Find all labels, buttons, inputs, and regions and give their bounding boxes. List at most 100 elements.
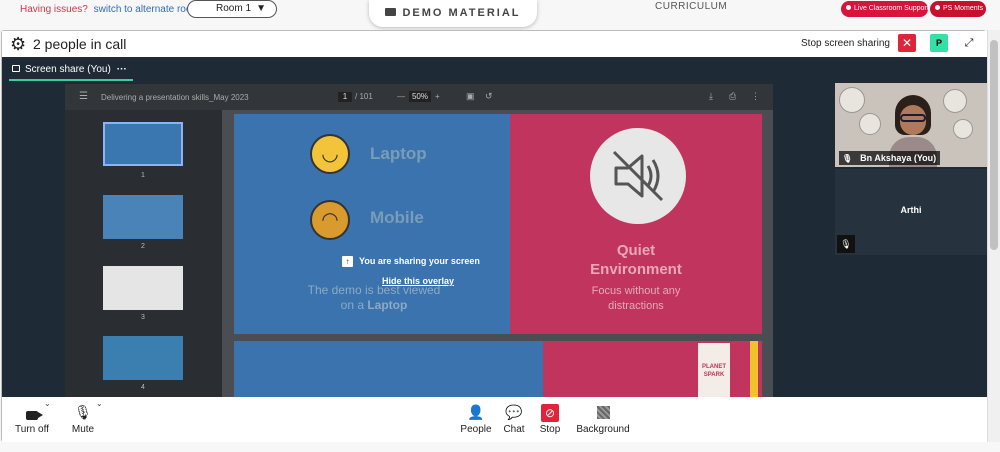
demo-note-prefix: on a <box>340 298 368 312</box>
chat-icon: 💬 <box>505 404 523 420</box>
top-bar: Having issues? switch to alternate room … <box>0 0 1000 30</box>
gear-icon[interactable]: ⚙ <box>10 35 26 53</box>
chevron-down-icon[interactable]: ⌄ <box>44 399 51 408</box>
call-frame: ⚙ 2 people in call Stop screen sharing ✕… <box>1 30 987 443</box>
ps-moments-button[interactable]: PS Moments <box>930 1 986 17</box>
planet-spark-line1: PLANET <box>702 364 726 370</box>
stop-share-button[interactable]: ⊘ Stop <box>538 403 562 435</box>
thumbnail-number: 3 <box>141 314 145 321</box>
live-support-label: Live Classroom Support <box>854 5 929 12</box>
participant-name-self-text: Bn Akshaya (You) <box>860 153 937 163</box>
shared-screen: ☰ Delivering a presentation skills_May 2… <box>65 84 773 397</box>
participant-p-button[interactable]: P <box>930 34 948 52</box>
mic-icon: 🎙 <box>837 235 855 253</box>
mute-button[interactable]: 🎙 ⌄ Mute <box>70 399 103 435</box>
stop-share-icon: ⊘ <box>538 403 562 422</box>
participant-tile-arthi[interactable]: Arthi 🎙 <box>835 169 987 255</box>
menu-icon: ☰ <box>79 91 88 102</box>
frown-emoji-icon: ◠ <box>310 200 350 240</box>
fit-page-icon: ▣ <box>466 91 475 101</box>
call-controls: ⌄ Turn off 🎙 ⌄ Mute 👤 People 💬 Chat ⊘ St… <box>2 397 987 443</box>
sharing-overlay-message: ↑ You are sharing your screen <box>342 256 480 267</box>
pdf-more-icon: ⋮ <box>751 91 760 101</box>
pdf-page-total: / 101 <box>355 92 373 101</box>
rotate-icon: ↺ <box>485 91 493 101</box>
caret-down-icon: ▼ <box>256 3 266 14</box>
focus-line2: distractions <box>608 300 664 312</box>
background-button[interactable]: Background <box>575 403 631 435</box>
participant-name-arthi: Arthi <box>900 205 922 215</box>
folder-icon <box>385 8 397 16</box>
people-count: 2 people in call <box>33 36 127 52</box>
expand-icon[interactable]: ⤢ <box>960 34 978 52</box>
print-icon: ⎙ <box>729 91 737 101</box>
demo-material-button[interactable]: DEMO MATERIAL <box>369 0 537 27</box>
focus-line1: Focus without any <box>591 285 681 297</box>
camera-toggle-button[interactable]: ⌄ Turn off <box>14 399 51 435</box>
mute-label: Mute <box>71 424 95 435</box>
slide-demo-note: The demo is best viewed on a Laptop <box>294 283 454 313</box>
pdf-thumbnails: 1 2 3 4 <box>65 110 220 397</box>
planet-spark-logo: PLANET SPARK <box>698 343 730 397</box>
people-button[interactable]: 👤 People <box>460 403 492 435</box>
alternate-room-link[interactable]: switch to alternate room <box>94 4 200 15</box>
footer-strip <box>0 442 1000 452</box>
thumbnail-number: 1 <box>141 172 145 179</box>
support-icon <box>846 5 851 10</box>
person-glasses <box>900 114 926 122</box>
background-icon <box>575 403 631 421</box>
wall-decoration <box>839 87 865 113</box>
demo-material-label: DEMO MATERIAL <box>402 7 521 19</box>
background-label: Background <box>576 424 630 435</box>
people-label: People <box>460 424 492 435</box>
planet-spark-line2: SPARK <box>703 372 725 378</box>
pdf-title: Delivering a presentation skills_May 202… <box>101 93 249 102</box>
thumbnail-number: 2 <box>141 243 145 250</box>
slide-left-panel: ◡ Laptop ◠ Mobile The demo is best viewe… <box>234 114 510 334</box>
pdf-page-current: 1 <box>338 92 352 102</box>
chat-label: Chat <box>503 424 525 435</box>
sharing-message-text: You are sharing your screen <box>359 256 480 266</box>
next-slide: PLANET SPARK <box>234 341 762 397</box>
screen-share-tab[interactable]: Screen share (You) ··· <box>9 61 133 81</box>
mic-icon: 🎙 <box>842 154 853 163</box>
wall-decoration <box>943 89 967 113</box>
chevron-down-icon[interactable]: ⌄ <box>96 399 103 408</box>
participant-tile-self[interactable]: 🎙 Bn Akshaya (You) <box>835 83 987 167</box>
slide-accent-strip <box>750 341 758 397</box>
moments-icon <box>935 5 940 10</box>
thumbnail-slide <box>103 266 183 310</box>
thumbnail-slide <box>103 122 183 166</box>
pdf-page-indicator: 1/ 101 <box>338 92 373 102</box>
chat-button[interactable]: 💬 Chat <box>502 403 526 435</box>
call-header: ⚙ 2 people in call Stop screen sharing ✕… <box>2 31 987 57</box>
room-select-value: Room 1 <box>216 3 252 14</box>
pdf-toolbar: ☰ Delivering a presentation skills_May 2… <box>65 84 773 110</box>
issues-text: Having issues? <box>20 4 88 15</box>
quiet-line2: Environment <box>590 261 682 278</box>
quiet-line1: Quiet <box>616 242 656 259</box>
thumbnail-number: 4 <box>141 384 145 391</box>
page-scrollbar[interactable] <box>987 30 1000 442</box>
curriculum-link[interactable]: CURRICULUM <box>655 1 727 12</box>
pdf-slides-area: ◡ Laptop ◠ Mobile The demo is best viewe… <box>222 110 773 397</box>
wall-decoration <box>953 119 973 139</box>
hide-overlay-link[interactable]: Hide this overlay <box>382 276 454 286</box>
more-options-icon[interactable]: ··· <box>117 64 127 75</box>
microphone-icon: 🎙 <box>74 404 92 420</box>
demo-note-bold: Laptop <box>367 298 408 312</box>
upload-icon: ↑ <box>342 256 353 267</box>
scrollbar-thumb[interactable] <box>990 40 998 250</box>
thumbnail-slide <box>103 195 183 239</box>
pdf-zoom-value: 50% <box>409 91 431 102</box>
room-select[interactable]: Room 1 ▼ <box>187 0 277 18</box>
stop-sharing-close-button[interactable]: ✕ <box>898 34 916 52</box>
participant-name-self: 🎙 Bn Akshaya (You) <box>839 151 941 165</box>
call-stage: Screen share (You) ··· ☰ Delivering a pre… <box>2 57 987 397</box>
slide-focus-text: Focus without any distractions <box>510 284 762 314</box>
slide-mobile-text: Mobile <box>370 208 424 227</box>
live-support-button[interactable]: Live Classroom Support <box>841 1 929 17</box>
close-icon: ✕ <box>901 36 913 50</box>
ps-moments-label: PS Moments <box>943 5 984 12</box>
camera-toggle-label: Turn off <box>15 424 49 435</box>
